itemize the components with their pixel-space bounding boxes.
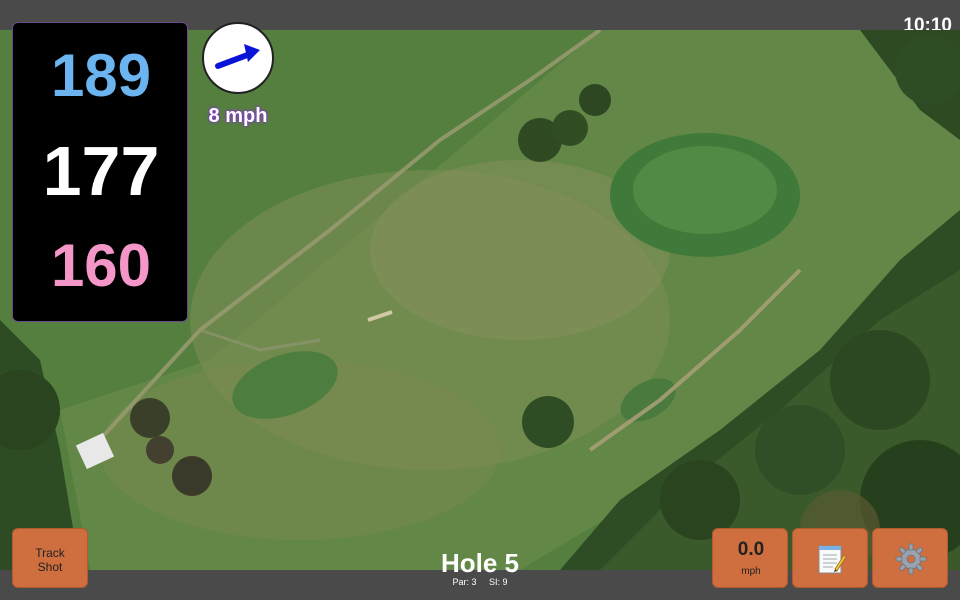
par-label: Par: 3: [452, 577, 477, 587]
hole-info: Par: 3 SI: 9: [380, 577, 580, 587]
stroke-index-label: SI: 9: [489, 577, 508, 587]
gear-icon: [895, 543, 927, 575]
wind-arrow-icon: [215, 44, 260, 69]
track-shot-label: Track Shot: [35, 546, 65, 574]
speed-unit: mph: [741, 566, 761, 577]
speed-value: 0.0: [737, 539, 765, 560]
notepad-icon: [818, 545, 847, 574]
back-distance: 189: [50, 42, 152, 109]
front-distance: 160: [50, 232, 152, 299]
wind-indicator: [202, 22, 274, 94]
distance-panel: 189 177 160: [12, 22, 188, 322]
settings-button[interactable]: [872, 528, 948, 588]
speed-button[interactable]: 0.0 mph: [712, 528, 788, 588]
wind-speed-label: 8 mph: [208, 105, 268, 127]
hole-title: Hole 5: [440, 548, 520, 578]
scorecard-button[interactable]: [792, 528, 868, 588]
track-shot-button[interactable]: Track Shot: [12, 528, 88, 588]
middle-distance: 177: [42, 132, 160, 210]
